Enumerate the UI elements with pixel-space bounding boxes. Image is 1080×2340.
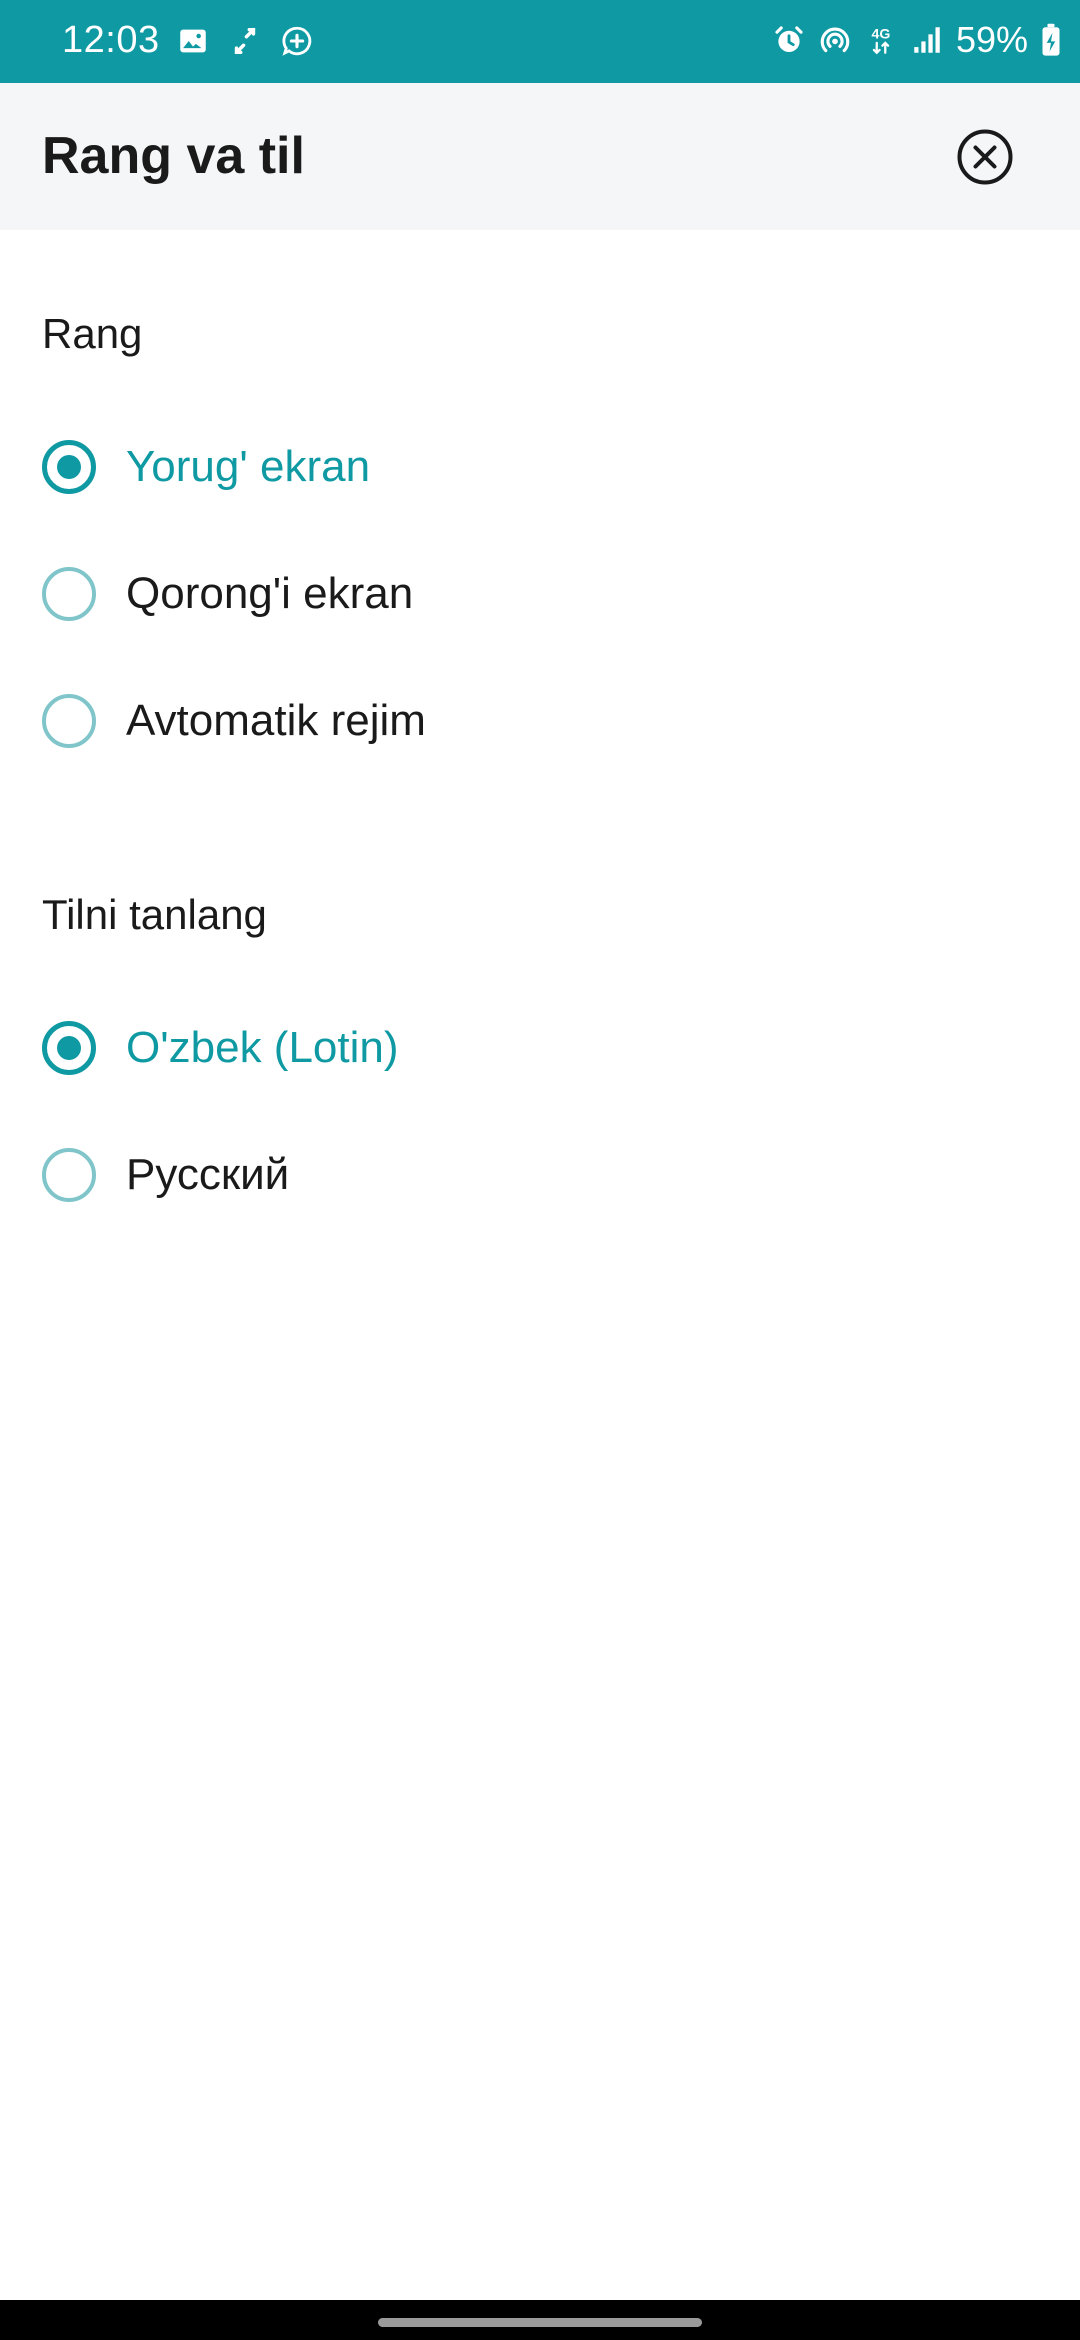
option-label: Qorong'i ekran: [126, 569, 414, 618]
radio-unchecked-icon[interactable]: [42, 567, 96, 621]
option-label: Yorug' ekran: [126, 442, 371, 491]
status-left-icons: [176, 20, 314, 62]
network-4g-icon: 4G: [864, 23, 898, 57]
option-label: Русский: [126, 1150, 290, 1199]
chat-add-icon: [280, 24, 314, 58]
radio-checked-icon[interactable]: [42, 1021, 96, 1075]
radio-option-uzbek[interactable]: O'zbek (Lotin): [42, 1002, 1038, 1094]
radio-option-russian[interactable]: Русский: [42, 1129, 1038, 1221]
radio-option-light-theme[interactable]: Yorug' ekran: [42, 421, 1038, 513]
navigation-bar: [0, 2300, 1080, 2340]
radio-option-dark-theme[interactable]: Qorong'i ekran: [42, 548, 1038, 640]
alarm-icon: [772, 23, 806, 57]
header: Rang va til: [0, 83, 1080, 230]
option-label: O'zbek (Lotin): [126, 1023, 399, 1072]
close-button[interactable]: [956, 128, 1014, 186]
radio-checked-icon[interactable]: [42, 440, 96, 494]
status-right-icons: 4G 59%: [772, 16, 1062, 64]
radio-unchecked-icon[interactable]: [42, 694, 96, 748]
status-time: 12:03: [62, 19, 160, 61]
language-section-title: Tilni tanlang: [42, 891, 267, 938]
network-label: 4G: [871, 27, 890, 43]
theme-section-title: Rang: [42, 310, 143, 357]
battery-percent: 59%: [955, 19, 1028, 60]
sync-icon: [228, 24, 262, 58]
signal-icon: [910, 23, 944, 57]
image-icon: [176, 24, 210, 58]
radio-unchecked-icon[interactable]: [42, 1148, 96, 1202]
page-title: Rang va til: [42, 127, 305, 185]
home-indicator[interactable]: [378, 2318, 702, 2327]
radio-option-auto-theme[interactable]: Avtomatik rejim: [42, 675, 1038, 767]
hotspot-icon: [818, 23, 852, 57]
option-label: Avtomatik rejim: [126, 696, 426, 745]
battery-charging-icon: [1040, 23, 1062, 57]
status-bar: 12:03 4G 59%: [0, 0, 1080, 83]
close-circle-icon: [957, 129, 1013, 185]
